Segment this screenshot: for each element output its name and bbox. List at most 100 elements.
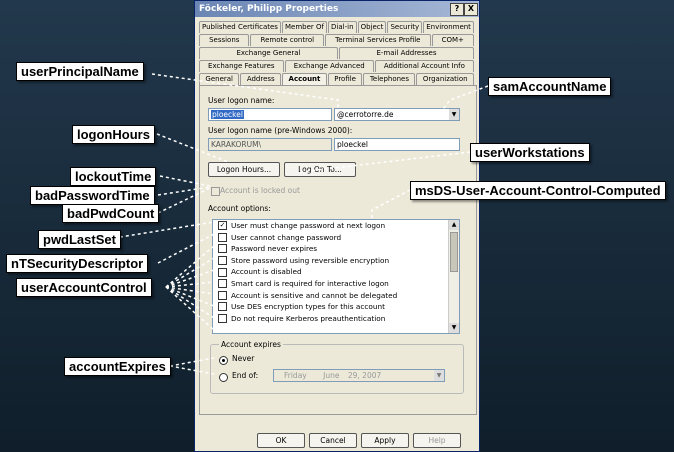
option-checkbox[interactable] xyxy=(218,244,227,254)
account-option-row[interactable]: Store password using reversible encrypti… xyxy=(213,255,459,267)
option-checkbox[interactable] xyxy=(218,290,227,300)
account-option-row[interactable]: Password never expires xyxy=(213,243,459,255)
options-scrollbar[interactable]: ▲ ▼ xyxy=(448,220,459,333)
tab-object[interactable]: Object xyxy=(357,21,387,33)
option-label: User must change password at next logon xyxy=(231,221,386,230)
tab-remote-control[interactable]: Remote control xyxy=(250,34,325,46)
tab-row-2: Sessions Remote control Terminal Service… xyxy=(199,34,475,46)
never-radio[interactable] xyxy=(219,356,228,365)
domain-dropdown[interactable]: @cerrotorre.de ▼ xyxy=(334,108,460,121)
tab-member-of[interactable]: Member Of xyxy=(281,21,328,33)
annotation-logonhours: logonHours xyxy=(72,125,155,144)
account-option-row[interactable]: Account is sensitive and cannot be deleg… xyxy=(213,290,459,302)
help-button[interactable]: Help xyxy=(413,433,461,448)
tab-email-addresses[interactable]: E-mail Addresses xyxy=(339,47,474,59)
calendar-dropdown-icon[interactable]: ▼ xyxy=(434,370,444,381)
ok-button[interactable]: OK xyxy=(257,433,305,448)
cancel-button[interactable]: Cancel xyxy=(309,433,357,448)
account-option-row[interactable]: Do not require Kerberos preauthenticatio… xyxy=(213,313,459,325)
dialog-titlebar: Föckeler, Philipp Properties ? X xyxy=(195,1,479,17)
tab-account[interactable]: Account xyxy=(282,73,327,85)
account-options-list[interactable]: ✓ User must change password at next logon… xyxy=(212,219,460,334)
account-tab-panel: User logon name: ploeckel @cerrotorre.de… xyxy=(199,85,477,415)
close-title-button[interactable]: X xyxy=(464,3,478,16)
help-title-button[interactable]: ? xyxy=(450,3,464,16)
tab-sessions[interactable]: Sessions xyxy=(199,34,250,46)
endof-radio[interactable] xyxy=(219,373,228,382)
logon-hours-button[interactable]: Logon Hours... xyxy=(208,162,280,177)
end-date-picker[interactable]: Friday June 29, 2007 ▼ xyxy=(273,369,445,382)
logon-name-value: ploeckel xyxy=(211,110,244,119)
apply-button[interactable]: Apply xyxy=(361,433,409,448)
tab-terminal-services-profile[interactable]: Terminal Services Profile xyxy=(325,34,431,46)
option-checkbox[interactable] xyxy=(218,256,227,266)
tab-exchange-general[interactable]: Exchange General xyxy=(199,47,338,59)
options-container: ✓ User must change password at next logon… xyxy=(213,220,459,324)
annotation-msds-uac-computed: msDS-User-Account-Control-Computed xyxy=(410,181,666,200)
annotation-ntsecuritydescriptor: nTSecurityDescriptor xyxy=(6,254,149,273)
tab-com-plus[interactable]: COM+ xyxy=(431,34,474,46)
tab-profile[interactable]: Profile xyxy=(327,73,363,85)
unlock-checkbox[interactable] xyxy=(211,187,220,196)
pre2000-domain-field: KARAKORUM\ xyxy=(208,138,332,151)
option-label: Store password using reversible encrypti… xyxy=(231,255,390,265)
annotation-userprincipalname: userPrincipalName xyxy=(16,62,144,81)
pre2000-name-field[interactable]: ploeckel xyxy=(334,138,460,151)
scroll-up-icon[interactable]: ▲ xyxy=(449,220,459,230)
end-date-date: 29, 2007 xyxy=(347,371,382,380)
properties-dialog: Föckeler, Philipp Properties ? X Publish… xyxy=(194,0,480,452)
domain-value: @cerrotorre.de xyxy=(337,110,394,119)
account-option-row[interactable]: Use DES encryption types for this accoun… xyxy=(213,301,459,313)
tab-row-3: Exchange General E-mail Addresses xyxy=(199,47,475,59)
tab-address[interactable]: Address xyxy=(240,73,282,85)
tab-published-certificates[interactable]: Published Certificates xyxy=(199,21,281,33)
annotation-accountexpires: accountExpires xyxy=(64,357,171,376)
logon-name-field[interactable]: ploeckel xyxy=(208,108,332,121)
annotation-badpwdcount: badPwdCount xyxy=(62,204,160,223)
option-label: Use DES encryption types for this accoun… xyxy=(231,302,385,312)
option-checkbox[interactable] xyxy=(218,314,227,324)
tab-dial-in[interactable]: Dial-in xyxy=(328,21,357,33)
option-label: Do not require Kerberos preauthenticatio… xyxy=(231,313,386,323)
scroll-down-icon[interactable]: ▼ xyxy=(449,323,459,333)
annotation-badpasswordtime: badPasswordTime xyxy=(30,186,155,205)
tab-exchange-features[interactable]: Exchange Features xyxy=(199,60,284,72)
option-checkbox[interactable] xyxy=(218,302,227,312)
option-label: Account is sensitive and cannot be deleg… xyxy=(231,290,398,300)
end-date-day: Friday xyxy=(284,371,307,380)
option-label: Smart card is required for interactive l… xyxy=(231,278,389,288)
option-label: Password never expires xyxy=(231,244,318,254)
scroll-thumb[interactable] xyxy=(450,232,458,272)
account-option-row[interactable]: ✓ User must change password at next logon xyxy=(213,220,459,232)
tab-exchange-advanced[interactable]: Exchange Advanced xyxy=(284,60,374,72)
option-checkbox[interactable] xyxy=(218,267,227,277)
tab-organization[interactable]: Organization xyxy=(416,73,475,85)
endof-label: End of: xyxy=(232,371,259,380)
tab-security[interactable]: Security xyxy=(387,21,423,33)
account-option-row[interactable]: Smart card is required for interactive l… xyxy=(213,278,459,290)
option-checkbox[interactable]: ✓ xyxy=(218,221,227,231)
tab-general[interactable]: General xyxy=(199,73,240,85)
tab-additional-account-info[interactable]: Additional Account Info xyxy=(374,60,474,72)
annotation-userworkstations: userWorkstations xyxy=(470,143,590,162)
account-option-row[interactable]: Account is disabled xyxy=(213,266,459,278)
account-options-label: Account options: xyxy=(208,204,271,213)
log-on-to-button[interactable]: Log On To... xyxy=(284,162,356,177)
annotation-samaccountname: samAccountName xyxy=(488,77,612,96)
annotation-useraccountcontrol: userAccountControl xyxy=(16,278,152,297)
end-date-month: June xyxy=(323,371,340,380)
annotation-lockouttime: lockoutTime xyxy=(70,167,157,186)
chevron-down-icon[interactable]: ▼ xyxy=(449,109,459,120)
tab-environment[interactable]: Environment xyxy=(423,21,474,33)
tab-row-1: Published Certificates Member Of Dial-in… xyxy=(199,21,475,33)
account-option-row[interactable]: User cannot change password xyxy=(213,232,459,244)
tab-telephones[interactable]: Telephones xyxy=(363,73,416,85)
tab-row-4: Exchange Features Exchange Advanced Addi… xyxy=(199,60,475,72)
account-expires-label: Account expires xyxy=(219,340,283,349)
option-checkbox[interactable] xyxy=(218,232,227,242)
option-checkbox[interactable] xyxy=(218,279,227,289)
option-label: User cannot change password xyxy=(231,232,342,242)
unlock-label: Account is locked out xyxy=(220,186,300,195)
dialog-title: Föckeler, Philipp Properties xyxy=(199,4,339,14)
pre2000-label: User logon name (pre-Windows 2000): xyxy=(208,126,353,135)
